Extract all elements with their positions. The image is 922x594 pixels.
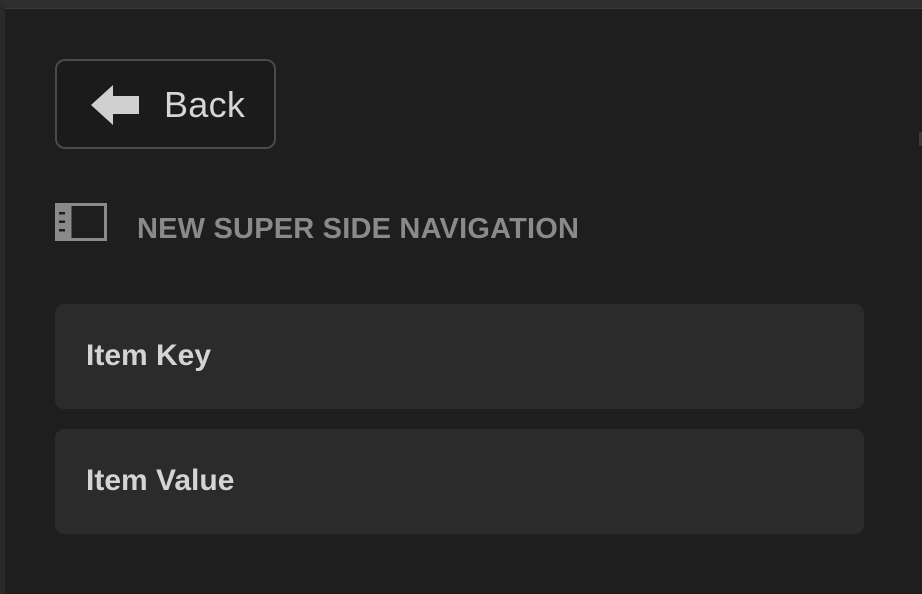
section-title: NEW SUPER SIDE NAVIGATION xyxy=(137,213,580,245)
item-value-label: Item Value xyxy=(86,464,235,497)
arrow-left-icon xyxy=(91,85,139,125)
back-button[interactable]: Back xyxy=(55,59,276,149)
item-key-field[interactable]: Item Key xyxy=(55,304,864,409)
scrollbar-track[interactable] xyxy=(916,0,922,594)
properties-panel: Back NEW SUPER SIDE NAVIGATION Item Key … xyxy=(0,0,922,594)
panel-top-border xyxy=(5,8,922,9)
side-navigation-icon xyxy=(55,203,107,241)
back-button-label: Back xyxy=(164,84,246,125)
item-value-field[interactable]: Item Value xyxy=(55,429,864,534)
item-key-label: Item Key xyxy=(86,339,212,372)
